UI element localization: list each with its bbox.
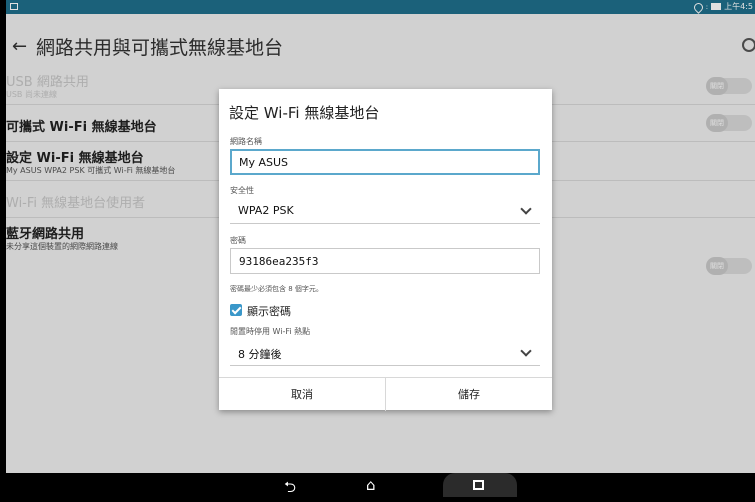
dialog-buttons: 取消 儲存	[219, 377, 552, 411]
screen: : 上午4:5 ← 網路共用與可攜式無線基地台 USB 網路共用 USB 尚未連…	[6, 0, 755, 473]
password-label: 密碼	[230, 236, 246, 245]
nav-home-icon[interactable]: ⌂	[366, 476, 376, 494]
security-select[interactable]: WPA2 PSK	[230, 198, 540, 224]
navigation-bar: ⮌ ⌂	[6, 473, 755, 497]
show-password-label[interactable]: 顯示密碼	[247, 303, 291, 319]
chevron-down-icon	[520, 203, 532, 215]
password-input[interactable]: 93186ea235f3	[230, 248, 540, 274]
nav-recent-icon[interactable]	[473, 480, 484, 490]
hotspot-config-dialog: 設定 Wi-Fi 無線基地台 網路名稱 My ASUS 安全性 WPA2 PSK…	[219, 89, 552, 411]
idle-timeout-value: 8 分鐘後	[238, 348, 282, 361]
security-value: WPA2 PSK	[238, 204, 294, 217]
dialog-title: 設定 Wi-Fi 無線基地台	[229, 104, 380, 122]
show-password-checkbox[interactable]	[230, 304, 242, 316]
idle-timeout-select[interactable]: 8 分鐘後	[230, 340, 540, 366]
network-name-input[interactable]: My ASUS	[230, 149, 540, 175]
idle-timeout-label: 閒置時停用 Wi-Fi 熱點	[230, 327, 311, 336]
save-button[interactable]: 儲存	[386, 378, 552, 411]
chevron-down-icon	[520, 345, 532, 357]
password-hint: 密碼最少必須包含 8 個字元。	[230, 285, 323, 293]
network-name-label: 網路名稱	[230, 137, 262, 146]
nav-back-icon[interactable]: ⮌	[284, 477, 296, 502]
security-label: 安全性	[230, 186, 254, 195]
cancel-button[interactable]: 取消	[219, 378, 386, 411]
